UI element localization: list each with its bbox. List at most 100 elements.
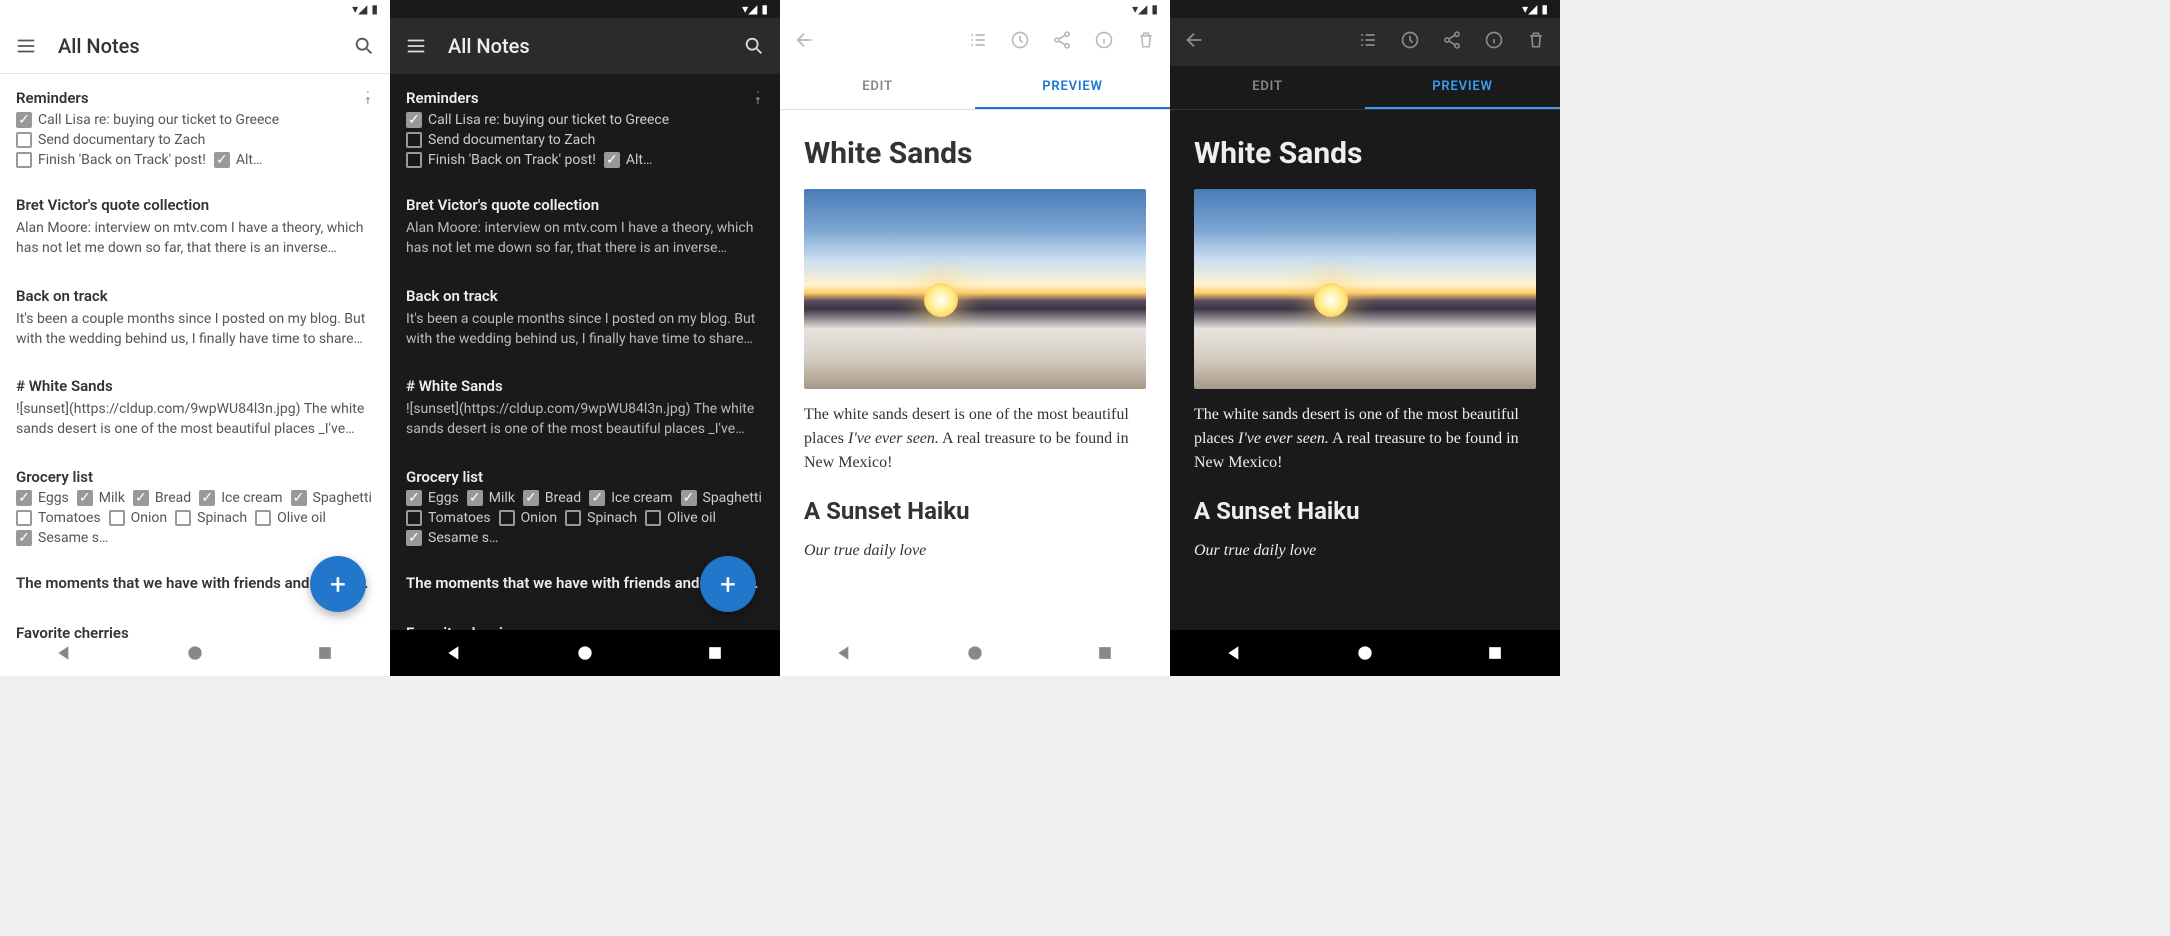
recents-nav-icon[interactable] (1095, 643, 1115, 663)
checkbox-item[interactable]: Onion (109, 510, 167, 526)
add-note-fab[interactable]: + (310, 556, 366, 612)
checkbox-icon[interactable] (16, 152, 32, 168)
trash-icon[interactable] (1136, 30, 1156, 54)
checkbox-item[interactable]: ✓Sesame s… (16, 530, 108, 546)
checkbox-icon[interactable] (499, 510, 515, 526)
checkbox-icon[interactable] (16, 510, 32, 526)
note-item[interactable]: Reminders✓Call Lisa re: buying our ticke… (406, 74, 764, 182)
checkbox-icon[interactable]: ✓ (406, 530, 422, 546)
info-icon[interactable] (1484, 30, 1504, 54)
checkbox-icon[interactable] (406, 510, 422, 526)
note-item[interactable]: Grocery list✓Eggs✓Milk✓Bread✓Ice cream✓S… (16, 454, 374, 560)
info-icon[interactable] (1094, 30, 1114, 54)
checkbox-icon[interactable] (175, 510, 191, 526)
checkbox-icon[interactable]: ✓ (406, 490, 422, 506)
preview-content[interactable]: White Sands The white sands desert is on… (780, 110, 1170, 630)
checkbox-icon[interactable] (565, 510, 581, 526)
back-nav-icon[interactable] (1225, 643, 1245, 663)
checkbox-item[interactable]: ✓Milk (467, 490, 515, 506)
note-item[interactable]: # White Sands![sunset](https://cldup.com… (16, 363, 374, 454)
checkbox-icon[interactable]: ✓ (16, 530, 32, 546)
checkbox-icon[interactable] (645, 510, 661, 526)
note-item[interactable]: Bret Victor's quote collectionAlan Moore… (16, 182, 374, 273)
checkbox-icon[interactable]: ✓ (16, 490, 32, 506)
search-icon[interactable] (742, 34, 766, 58)
note-item[interactable]: Back on trackIt's been a couple months s… (406, 273, 764, 364)
tab-preview[interactable]: PREVIEW (975, 66, 1170, 109)
checkbox-item[interactable]: ✓Spaghetti (681, 490, 762, 506)
checkbox-icon[interactable]: ✓ (16, 112, 32, 128)
share-icon[interactable] (1442, 30, 1462, 54)
checkbox-icon[interactable] (255, 510, 271, 526)
checkbox-item[interactable]: Send documentary to Zach (406, 132, 595, 148)
checkbox-item[interactable]: ✓Alt… (604, 152, 652, 168)
tab-edit[interactable]: EDIT (780, 66, 975, 109)
checkbox-item[interactable]: Olive oil (255, 510, 326, 526)
hamburger-icon[interactable] (14, 34, 38, 58)
checkbox-item[interactable]: ✓Eggs (16, 490, 69, 506)
checkbox-item[interactable]: Send documentary to Zach (16, 132, 205, 148)
checkbox-icon[interactable]: ✓ (133, 490, 149, 506)
preview-content[interactable]: White Sands The white sands desert is on… (1170, 110, 1560, 630)
checkbox-icon[interactable]: ✓ (681, 490, 697, 506)
checkbox-item[interactable]: ✓Ice cream (589, 490, 672, 506)
home-nav-icon[interactable] (965, 643, 985, 663)
checkbox-icon[interactable] (16, 132, 32, 148)
checkbox-item[interactable]: ✓Bread (133, 490, 191, 506)
share-icon[interactable] (1052, 30, 1072, 54)
checkbox-icon[interactable]: ✓ (589, 490, 605, 506)
back-icon[interactable] (794, 29, 816, 55)
history-icon[interactable] (1010, 30, 1030, 54)
checkbox-icon[interactable] (109, 510, 125, 526)
recents-nav-icon[interactable] (315, 643, 335, 663)
recents-nav-icon[interactable] (1485, 643, 1505, 663)
checkbox-item[interactable]: Finish 'Back on Track' post! (406, 152, 596, 168)
note-item[interactable]: Back on trackIt's been a couple months s… (16, 273, 374, 364)
recents-nav-icon[interactable] (705, 643, 725, 663)
checkbox-item[interactable]: ✓Milk (77, 490, 125, 506)
pin-icon[interactable] (358, 88, 374, 108)
checkbox-icon[interactable]: ✓ (77, 490, 93, 506)
search-icon[interactable] (352, 34, 376, 58)
checkbox-item[interactable]: ✓Call Lisa re: buying our ticket to Gree… (406, 112, 669, 128)
note-list[interactable]: Reminders✓Call Lisa re: buying our ticke… (0, 74, 390, 640)
checkbox-item[interactable]: Spinach (175, 510, 247, 526)
checkbox-icon[interactable]: ✓ (214, 152, 230, 168)
checkbox-icon[interactable]: ✓ (467, 490, 483, 506)
checklist-icon[interactable] (968, 30, 988, 54)
home-nav-icon[interactable] (575, 643, 595, 663)
home-nav-icon[interactable] (1355, 643, 1375, 663)
checklist-icon[interactable] (1358, 30, 1378, 54)
checkbox-item[interactable]: Olive oil (645, 510, 716, 526)
back-nav-icon[interactable] (445, 643, 465, 663)
checkbox-item[interactable]: Tomatoes (406, 510, 491, 526)
checkbox-item[interactable]: ✓Spaghetti (291, 490, 372, 506)
checkbox-icon[interactable] (406, 152, 422, 168)
note-item[interactable]: # White Sands![sunset](https://cldup.com… (406, 363, 764, 454)
history-icon[interactable] (1400, 30, 1420, 54)
back-nav-icon[interactable] (55, 643, 75, 663)
add-note-fab[interactable]: + (700, 556, 756, 612)
back-nav-icon[interactable] (835, 643, 855, 663)
checkbox-item[interactable]: Finish 'Back on Track' post! (16, 152, 206, 168)
checkbox-item[interactable]: ✓Eggs (406, 490, 459, 506)
checkbox-icon[interactable]: ✓ (604, 152, 620, 168)
checkbox-item[interactable]: ✓Ice cream (199, 490, 282, 506)
checkbox-icon[interactable]: ✓ (406, 112, 422, 128)
pin-icon[interactable] (748, 88, 764, 108)
hamburger-icon[interactable] (404, 34, 428, 58)
note-list[interactable]: Reminders✓Call Lisa re: buying our ticke… (390, 74, 780, 640)
home-nav-icon[interactable] (185, 643, 205, 663)
checkbox-item[interactable]: ✓Alt… (214, 152, 262, 168)
checkbox-item[interactable]: ✓Sesame s… (406, 530, 498, 546)
checkbox-item[interactable]: ✓Bread (523, 490, 581, 506)
checkbox-icon[interactable]: ✓ (291, 490, 307, 506)
note-item[interactable]: Reminders✓Call Lisa re: buying our ticke… (16, 74, 374, 182)
tab-edit[interactable]: EDIT (1170, 66, 1365, 109)
checkbox-item[interactable]: Onion (499, 510, 557, 526)
checkbox-icon[interactable]: ✓ (199, 490, 215, 506)
tab-preview[interactable]: PREVIEW (1365, 66, 1560, 109)
checkbox-item[interactable]: Tomatoes (16, 510, 101, 526)
note-item[interactable]: Grocery list✓Eggs✓Milk✓Bread✓Ice cream✓S… (406, 454, 764, 560)
trash-icon[interactable] (1526, 30, 1546, 54)
